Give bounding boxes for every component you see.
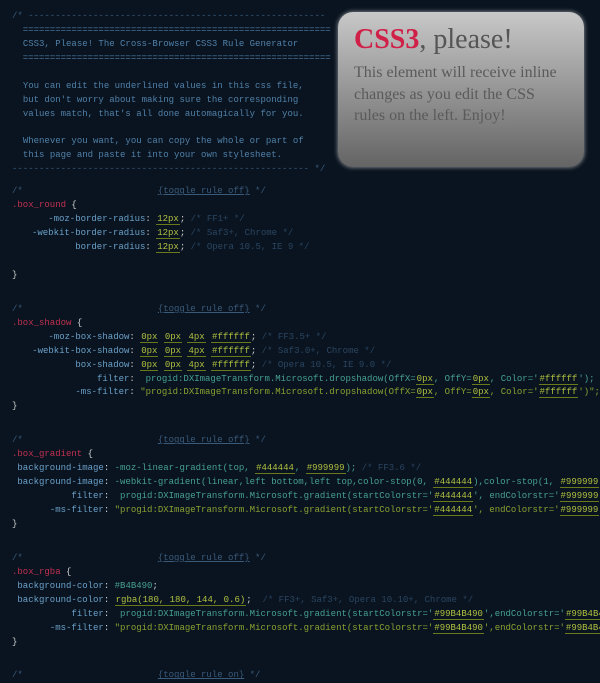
value-ms-color[interactable]: #99B4B490	[433, 623, 484, 634]
value-off-x[interactable]: 0px	[140, 332, 158, 343]
value-off-y[interactable]: 0px	[164, 346, 182, 357]
demo-description: This element will receive inline changes…	[354, 62, 568, 127]
value-blur[interactable]: 4px	[187, 360, 205, 371]
value-start-color[interactable]: #444444	[433, 491, 473, 502]
comment-line: ========================================…	[12, 53, 331, 63]
rule-box-shadow: /* {toggle rule off} */ .box_shadow { -m…	[12, 303, 588, 415]
value-off-x[interactable]: 0px	[416, 387, 434, 398]
value-off-y[interactable]: 0px	[164, 360, 182, 371]
value-color[interactable]: #ffffff	[539, 374, 579, 385]
value-end-color[interactable]: #999999	[560, 477, 600, 488]
title: CSS3, Please! The Cross-Browser CSS3 Rul…	[23, 39, 298, 49]
value-radius[interactable]: 12px	[156, 214, 180, 225]
value-start-color[interactable]: #444444	[433, 505, 473, 516]
value-ms-color[interactable]: #99B4B490	[565, 609, 600, 620]
value-color[interactable]: #ffffff	[211, 346, 251, 357]
selector: .box_gradient	[12, 449, 82, 459]
value-end-color[interactable]: #999999	[560, 505, 600, 516]
value-color[interactable]: #ffffff	[211, 360, 251, 371]
value-off-x[interactable]: 0px	[140, 346, 158, 357]
comment-line: ========================================…	[12, 25, 331, 35]
value-rgba[interactable]: rgba(180, 180, 144, 0.6)	[115, 595, 247, 606]
value-hex: #B4B490	[115, 581, 153, 591]
demo-title-a: CSS3	[354, 24, 419, 55]
demo-title: CSS3, please!	[354, 26, 568, 54]
intro-text: but don't worry about making sure the co…	[23, 95, 298, 105]
demo-preview-panel: CSS3, please! This element will receive …	[338, 12, 584, 167]
value-color[interactable]: #ffffff	[211, 332, 251, 343]
value-off-y[interactable]: 0px	[472, 387, 490, 398]
intro-text: values match, that's all done automagica…	[23, 109, 304, 119]
selector: .box_shadow	[12, 318, 71, 328]
rule-box-rgba: /* {toggle rule off} */ .box_rgba { back…	[12, 552, 588, 650]
comment-line: /* -------------------------------------…	[12, 11, 325, 21]
intro-text: this page and paste it into your own sty…	[23, 150, 282, 160]
value-ms-color[interactable]: #99B4B490	[433, 609, 484, 620]
value-blur[interactable]: 4px	[187, 332, 205, 343]
toggle-rule-link[interactable]: {toggle rule off}	[158, 553, 250, 563]
rule-box-round: /* {toggle rule off} */ .box_round { -mo…	[12, 185, 588, 283]
selector: .box_rgba	[12, 567, 61, 577]
value-end-color[interactable]: #999999	[306, 463, 346, 474]
toggle-rule-link[interactable]: {toggle rule off}	[158, 435, 250, 445]
value-off-y[interactable]: 0px	[472, 374, 490, 385]
value-start-color[interactable]: #444444	[255, 463, 295, 474]
comment-line: ----------------------------------------…	[12, 164, 325, 174]
rule-box-gradient: /* {toggle rule off} */ .box_gradient { …	[12, 434, 588, 532]
value-off-x[interactable]: 0px	[140, 360, 158, 371]
value-ms-color[interactable]: #99B4B490	[565, 623, 600, 634]
demo-title-b: , please!	[419, 24, 512, 55]
toggle-rule-link[interactable]: {toggle rule off}	[158, 186, 250, 196]
value-radius[interactable]: 12px	[156, 242, 180, 253]
intro-text: Whenever you want, you can copy the whol…	[23, 136, 304, 146]
selector: .box_round	[12, 200, 66, 210]
value-end-color[interactable]: #999999	[560, 491, 600, 502]
toggle-rule-link[interactable]: {toggle rule on}	[158, 670, 244, 680]
value-start-color[interactable]: #444444	[433, 477, 473, 488]
value-off-y[interactable]: 0px	[164, 332, 182, 343]
toggle-rule-link[interactable]: {toggle rule off}	[158, 304, 250, 314]
value-radius[interactable]: 12px	[156, 228, 180, 239]
value-color[interactable]: #ffffff	[539, 387, 579, 398]
intro-text: You can edit the underlined values in th…	[23, 81, 304, 91]
value-off-x[interactable]: 0px	[416, 374, 434, 385]
value-blur[interactable]: 4px	[187, 346, 205, 357]
